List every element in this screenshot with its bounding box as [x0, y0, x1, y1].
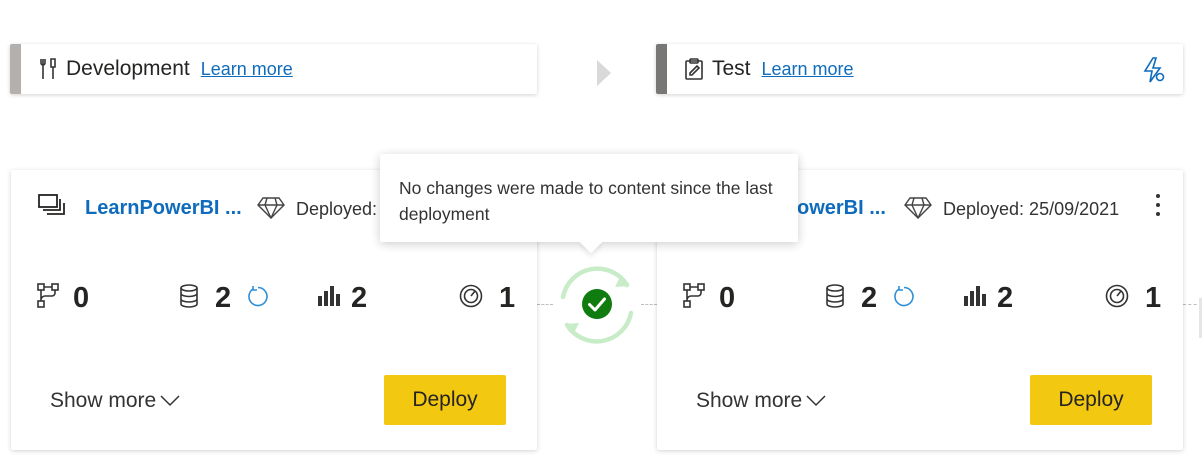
- deployment-rules-icon[interactable]: [1141, 56, 1167, 89]
- success-check-icon: [582, 289, 612, 319]
- dashboard-gauge-icon: [459, 284, 483, 313]
- refresh-icon[interactable]: [893, 285, 915, 312]
- connector-line: [641, 304, 657, 305]
- metric-reports: 2: [963, 282, 1013, 315]
- workspace-icon: [38, 194, 66, 221]
- comparison-tooltip: No changes were made to content since th…: [380, 154, 798, 254]
- dashboard-count: 1: [1145, 282, 1162, 314]
- learn-more-link[interactable]: Learn more: [762, 59, 854, 80]
- tooltip-text: No changes were made to content since th…: [399, 178, 773, 224]
- stage-color-bar: [656, 44, 667, 94]
- tooltip-beak: [579, 230, 603, 254]
- premium-diamond-icon: [904, 196, 932, 225]
- dashboard-count: 1: [499, 282, 516, 314]
- metric-datasets: 2: [179, 282, 269, 315]
- refresh-icon[interactable]: [247, 285, 269, 312]
- premium-diamond-icon: [257, 196, 285, 225]
- show-more-label: Show more: [696, 389, 803, 412]
- dataset-icon: [825, 284, 845, 313]
- stage-color-bar: [10, 44, 21, 94]
- workspace-name-link[interactable]: LearnPowerBI ...: [85, 197, 242, 220]
- stage-title: Development: [66, 57, 190, 80]
- report-count: 2: [351, 282, 368, 314]
- report-count: 2: [997, 282, 1014, 314]
- deployed-date: Deployed: 25/09/2021: [943, 199, 1120, 219]
- metric-dashboards: 1: [459, 282, 515, 315]
- learn-more-link[interactable]: Learn more: [201, 59, 293, 80]
- dataset-icon: [179, 284, 199, 313]
- deployed-date: Deployed:: [296, 199, 378, 219]
- stage-header-development: Development Learn more: [10, 44, 537, 94]
- report-icon: [963, 285, 987, 312]
- dataset-count: 2: [215, 282, 232, 314]
- metric-dashboards: 1: [1105, 282, 1161, 315]
- stage-arrow-icon: [597, 60, 611, 86]
- dataflow-icon: [683, 283, 707, 314]
- dataset-count: 2: [861, 282, 878, 314]
- more-options-icon[interactable]: [1153, 192, 1163, 220]
- dataflow-count: 0: [73, 282, 90, 314]
- show-more-toggle[interactable]: Show more: [50, 389, 180, 413]
- metric-dataflows: 0: [37, 282, 89, 315]
- metric-dataflows: 0: [683, 282, 735, 315]
- dataflow-icon: [37, 283, 61, 314]
- deploy-button[interactable]: Deploy: [384, 375, 506, 425]
- tools-icon: [38, 57, 58, 81]
- sync-status-indicator[interactable]: [551, 259, 643, 351]
- show-more-label: Show more: [50, 389, 157, 412]
- chevron-down-icon: [806, 395, 826, 407]
- dashboard-gauge-icon: [1105, 284, 1129, 313]
- dataflow-count: 0: [719, 282, 736, 314]
- workspace-name-link[interactable]: owerBI ...: [797, 197, 886, 220]
- chevron-down-icon: [160, 395, 180, 407]
- clipboard-icon: [684, 57, 704, 81]
- show-more-toggle[interactable]: Show more: [696, 389, 826, 413]
- stage-header-test: Test Learn more: [656, 44, 1183, 94]
- deploy-button[interactable]: Deploy: [1030, 375, 1152, 425]
- metric-datasets: 2: [825, 282, 915, 315]
- report-icon: [317, 285, 341, 312]
- stage-title: Test: [712, 57, 751, 80]
- metric-reports: 2: [317, 282, 367, 315]
